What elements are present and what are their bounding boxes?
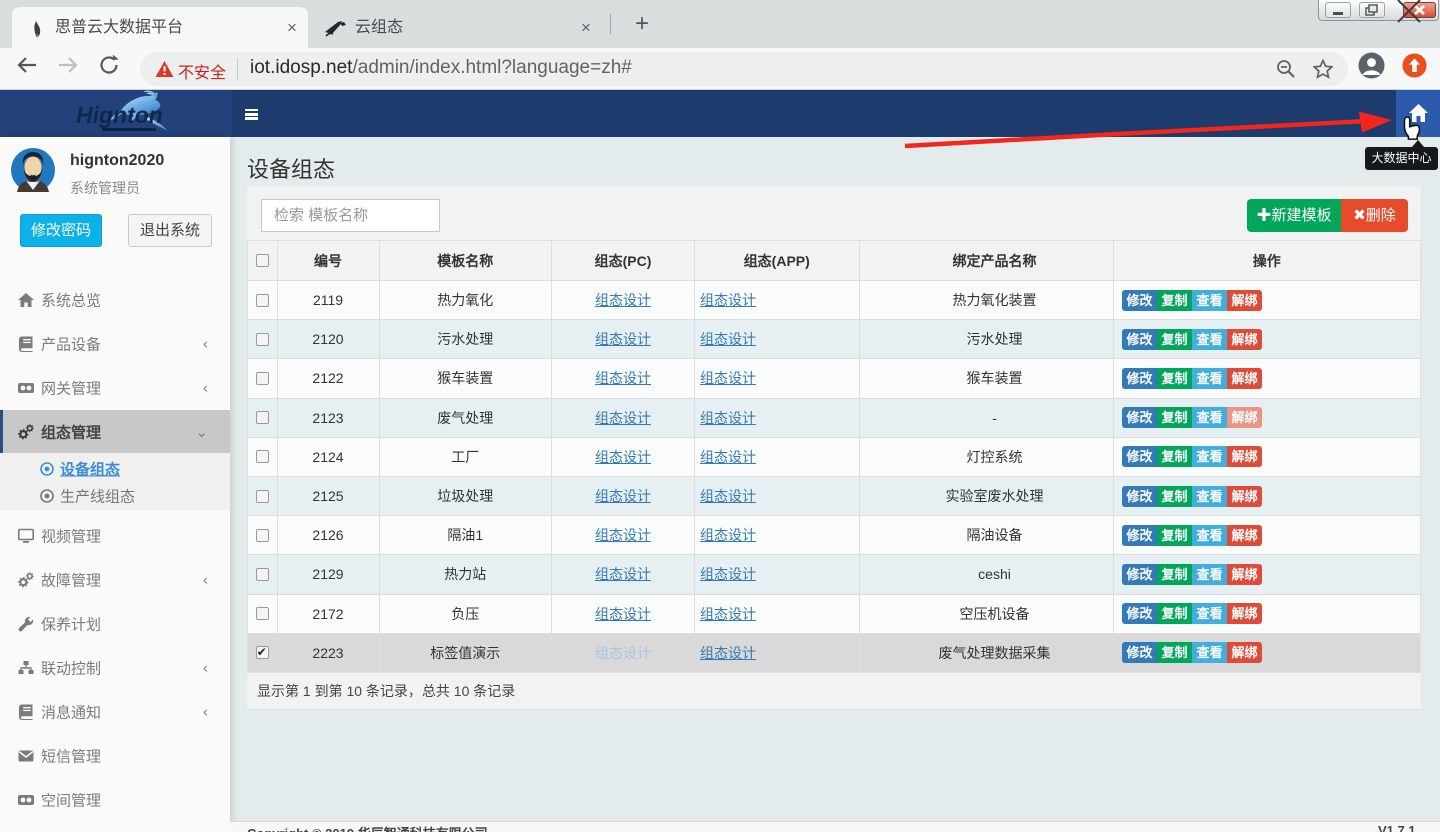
svg-text:Hignton: Hignton: [76, 102, 163, 128]
